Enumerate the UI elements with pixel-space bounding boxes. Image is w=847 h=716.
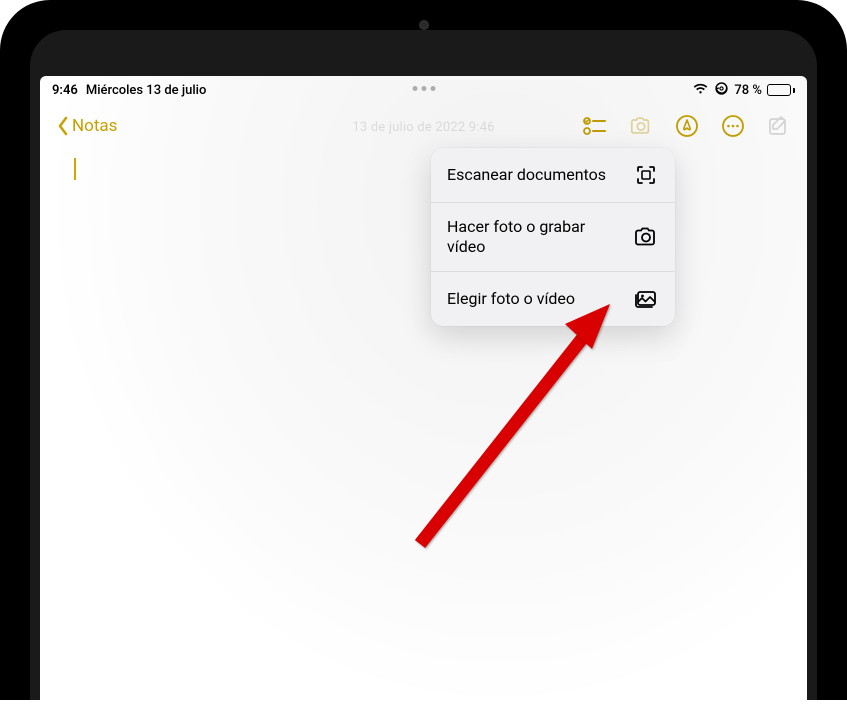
note-timestamp: 13 de julio de 2022 9:46 [40, 120, 807, 135]
screen: 9:46 Miércoles 13 de julio 78 % [40, 76, 807, 716]
popover-item-scan[interactable]: Escanear documentos [431, 148, 675, 203]
note-body[interactable]: 13 de julio de 2022 9:46 [40, 148, 807, 668]
status-time: 9:46 [52, 83, 78, 98]
camera-popover: Escanear documentos Hacer foto o grabar … [431, 148, 675, 326]
popover-item-take-photo[interactable]: Hacer foto o grabar vídeo [431, 203, 675, 272]
wifi-icon [692, 82, 709, 99]
scan-icon [633, 162, 659, 188]
battery-percent: 78 % [734, 83, 762, 98]
popover-item-label: Hacer foto o grabar vídeo [447, 217, 607, 257]
text-cursor [74, 158, 76, 180]
popover-item-label: Elegir foto o vídeo [447, 289, 575, 309]
rotation-lock-icon [714, 81, 729, 100]
popover-item-choose[interactable]: Elegir foto o vídeo [431, 272, 675, 326]
status-bar: 9:46 Miércoles 13 de julio 78 % [40, 76, 807, 100]
battery-icon [767, 84, 795, 96]
ipad-bezel: 9:46 Miércoles 13 de julio 78 % [30, 30, 817, 700]
gallery-icon [633, 286, 659, 312]
camera-icon [633, 224, 659, 250]
ipad-frame: 9:46 Miércoles 13 de julio 78 % [0, 0, 847, 700]
status-left: 9:46 Miércoles 13 de julio [52, 83, 206, 98]
device-camera [419, 20, 429, 30]
status-date: Miércoles 13 de julio [86, 83, 207, 98]
multitask-dots[interactable] [412, 86, 435, 91]
status-right: 78 % [692, 81, 795, 100]
popover-item-label: Escanear documentos [447, 165, 606, 185]
